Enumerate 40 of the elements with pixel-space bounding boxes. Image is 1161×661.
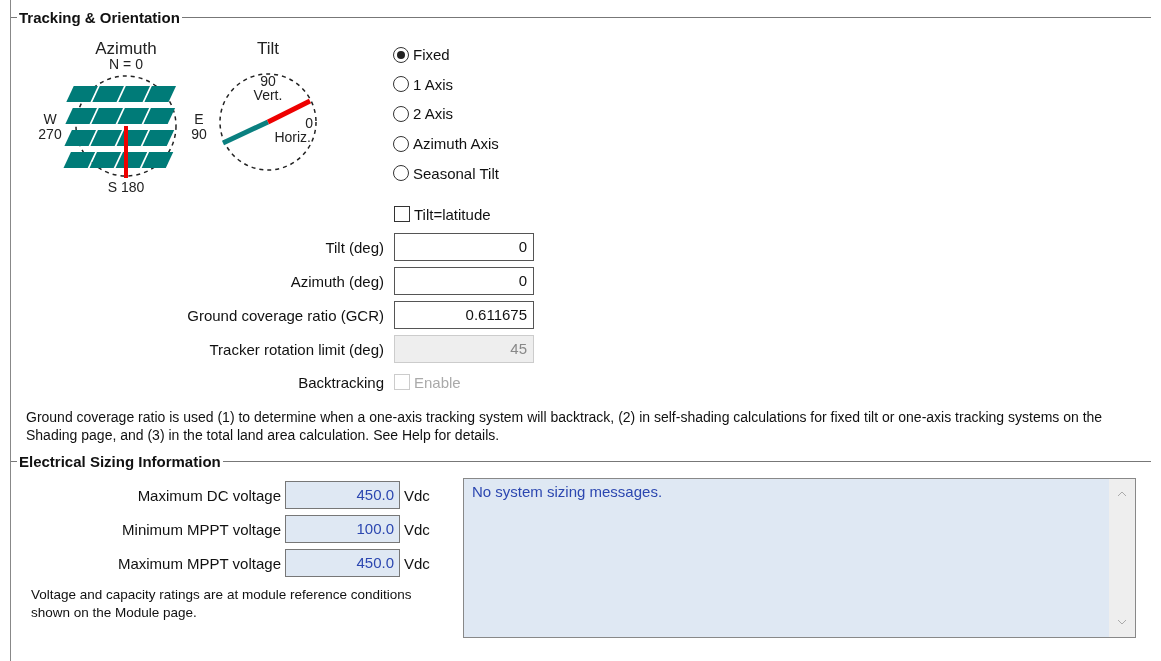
dial-label: Vert. [253,87,283,103]
field-label: Maximum DC voltage [136,486,282,504]
message-text: No system sizing messages. [471,482,664,502]
field-label: Minimum MPPT voltage [121,520,282,538]
compass-label: S 180 [107,179,145,195]
tracking-radio[interactable]: 1 Axis [393,69,499,100]
input-field[interactable]: 0 [394,233,534,261]
unit-label: Vdc [403,486,430,504]
diagram-title: Tilt [257,39,279,58]
compass-label: N = 0 [109,56,143,72]
field-label: Tracker rotation limit (deg) [208,340,385,358]
field-label: Tilt (deg) [324,238,385,256]
input-field[interactable]: 0 [394,267,534,295]
field-label: Maximum MPPT voltage [116,554,282,572]
tracking-radio[interactable]: Seasonal Tilt [393,158,499,188]
readonly-field: 100.0 [285,515,400,543]
unit-label: Vdc [403,520,430,538]
input-field[interactable]: 0.611675 [394,301,534,329]
unit-label: Vdc [403,554,430,572]
compass-label: W [43,111,57,127]
compass-label: 90 [191,126,207,142]
section-title: Tracking & Orientation [18,9,181,26]
dial-label: 0 [305,115,313,131]
section-title: Electrical Sizing Information [18,453,222,470]
field-label: Backtracking [297,373,385,391]
tracking-radio[interactable]: Azimuth Axis [393,128,499,159]
readonly-field: 450.0 [285,481,400,509]
field-label: Azimuth (deg) [289,272,385,290]
readonly-field: 450.0 [285,549,400,577]
dial-label: 90 [260,73,276,89]
dial-label: Horiz. [274,129,311,145]
help-text: Ground coverage ratio is used (1) to determine when a one-axis tracking system will backtrack, (2) in self-shading calculations for fixed tilt or one-axis tracking systems on the Shading page, and (3) in the total land area calculation. See Help for details. [26,408,1104,444]
field-label: Ground coverage ratio (GCR) [186,306,385,324]
help-text: Voltage and capacity ratings are at module reference conditions shown on the Module page. [31,586,413,622]
compass-label: 270 [38,126,62,142]
tracking-radio[interactable]: 2 Axis [393,99,499,129]
compass-label: E [194,111,204,127]
diagram-title: Azimuth [95,39,157,58]
tracking-radio[interactable]: Fixed [393,40,499,70]
tilt-latitude-checkbox[interactable]: Tilt=latitude [394,198,1161,230]
